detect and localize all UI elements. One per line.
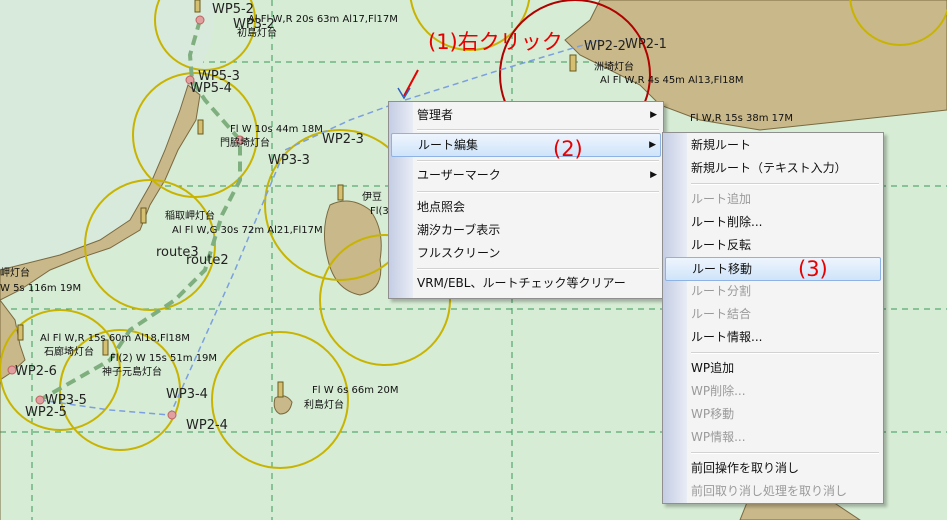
menu-separator <box>417 129 659 131</box>
route-edit-submenu: 新規ルート 新規ルート（テキスト入力） ルート追加 ルート削除... ルート反転… <box>662 132 884 504</box>
lighthouse-info: Fl(2) W 15s 51m 19M <box>110 353 218 364</box>
menu-item-route-reverse[interactable]: ルート反転 <box>665 234 881 256</box>
lighthouse-info: Al Fl W,R 4s 45m Al13,Fl18M <box>600 75 744 86</box>
menu-item-wp-delete[interactable]: WP削除... <box>665 380 881 402</box>
lighthouse-name: 岬灯台 <box>0 268 30 279</box>
menu-item-clear-vrm-ebl[interactable]: VRM/EBL、ルートチェック等クリアー <box>391 272 661 294</box>
menu-item-route-move[interactable]: ルート移動 <box>665 257 881 281</box>
menu-separator <box>417 268 659 270</box>
lighthouse-info: W 5s 116m 19M <box>0 283 82 294</box>
menu-item-label: ルート編集 <box>418 138 479 152</box>
menu-item-tide-curve[interactable]: 潮汐カーブ表示 <box>391 219 661 241</box>
submenu-arrow-icon: ▶ <box>650 110 657 120</box>
menu-item-user-mark[interactable]: ユーザーマーク ▶ <box>391 164 661 186</box>
menu-item-route-split[interactable]: ルート分割 <box>665 280 881 302</box>
waypoint-label[interactable]: WP2-6 <box>15 365 57 379</box>
menu-separator <box>691 183 879 185</box>
lighthouse-info: Fl W 6s 66m 20M <box>312 385 399 396</box>
lighthouse-name: 洲埼灯台 <box>594 62 634 73</box>
menu-item-label: ユーザーマーク <box>417 168 501 182</box>
menu-item-new-route-text[interactable]: 新規ルート（テキスト入力） <box>665 157 881 179</box>
waypoint-label[interactable]: WP3-3 <box>268 154 310 168</box>
waypoint-label[interactable]: WP2-4 <box>186 419 228 433</box>
context-menu: 管理者 ▶ ルート編集 ▶ ユーザーマーク ▶ 地点照会 潮汐カーブ表示 フルス… <box>388 101 664 299</box>
lighthouse-name: 門脇埼灯台 <box>220 138 270 149</box>
menu-item-route-info[interactable]: ルート情報... <box>665 326 881 348</box>
menu-separator <box>417 160 659 162</box>
waypoint-label[interactable]: WP2-2 <box>584 40 626 54</box>
lighthouse-info: Fl W,R 15s 38m 17M <box>690 113 794 124</box>
menu-separator <box>691 352 879 354</box>
step2-annotation: (2) <box>553 137 583 161</box>
lighthouse-name: 神子元島灯台 <box>102 367 162 378</box>
menu-item-redo[interactable]: 前回取り消し処理を取り消し <box>665 480 881 502</box>
menu-item-fullscreen[interactable]: フルスクリーン <box>391 242 661 264</box>
menu-item-undo[interactable]: 前回操作を取り消し <box>665 457 881 479</box>
lighthouse-name: 石廊埼灯台 <box>44 347 94 358</box>
lighthouse-name: 伊豆 <box>362 192 382 203</box>
route-label[interactable]: route2 <box>186 254 229 268</box>
waypoint-label[interactable]: WP5-4 <box>190 82 232 96</box>
pointer-arrow <box>403 69 419 97</box>
waypoint-label[interactable]: WP2-1 <box>625 38 667 52</box>
menu-item-route-merge[interactable]: ルート結合 <box>665 303 881 325</box>
waypoint-label[interactable]: WP3-4 <box>166 388 208 402</box>
waypoint-label[interactable]: WP2-3 <box>322 133 364 147</box>
menu-item-point-query[interactable]: 地点照会 <box>391 196 661 218</box>
submenu-arrow-icon: ▶ <box>650 170 657 180</box>
waypoint-label[interactable]: WP5-2 <box>212 3 254 17</box>
step1-annotation: (1)右クリック <box>428 30 563 54</box>
menu-item-route-delete[interactable]: ルート削除... <box>665 211 881 233</box>
step3-annotation: (3) <box>798 257 828 281</box>
lighthouse-info: Fl W 10s 44m 18M <box>230 124 323 135</box>
lighthouse-name: 利島灯台 <box>304 400 344 411</box>
menu-item-route-add[interactable]: ルート追加 <box>665 188 881 210</box>
menu-item-wp-add[interactable]: WP追加 <box>665 357 881 379</box>
menu-item-label: 管理者 <box>417 108 454 122</box>
menu-separator <box>417 191 659 193</box>
menu-item-wp-move[interactable]: WP移動 <box>665 403 881 425</box>
menu-item-admin[interactable]: 管理者 ▶ <box>391 104 661 126</box>
submenu-arrow-icon: ▶ <box>649 140 656 150</box>
menu-separator <box>691 452 879 454</box>
lighthouse-info: Al Fl W,R 15s 60m Al18,Fl18M <box>40 333 190 344</box>
waypoint-label[interactable]: WP3-2 <box>233 18 275 32</box>
lighthouse-name: 稲取岬灯台 <box>165 211 215 222</box>
waypoint-label[interactable]: WP2-5 <box>25 406 67 420</box>
menu-item-wp-info[interactable]: WP情報... <box>665 426 881 448</box>
menu-item-new-route[interactable]: 新規ルート <box>665 134 881 156</box>
menu-item-route-edit[interactable]: ルート編集 ▶ <box>391 133 661 157</box>
lighthouse-info: Al Fl W,G 30s 72m Al21,Fl17M <box>172 225 323 236</box>
lighthouse-info: Fl(3 <box>370 206 389 217</box>
